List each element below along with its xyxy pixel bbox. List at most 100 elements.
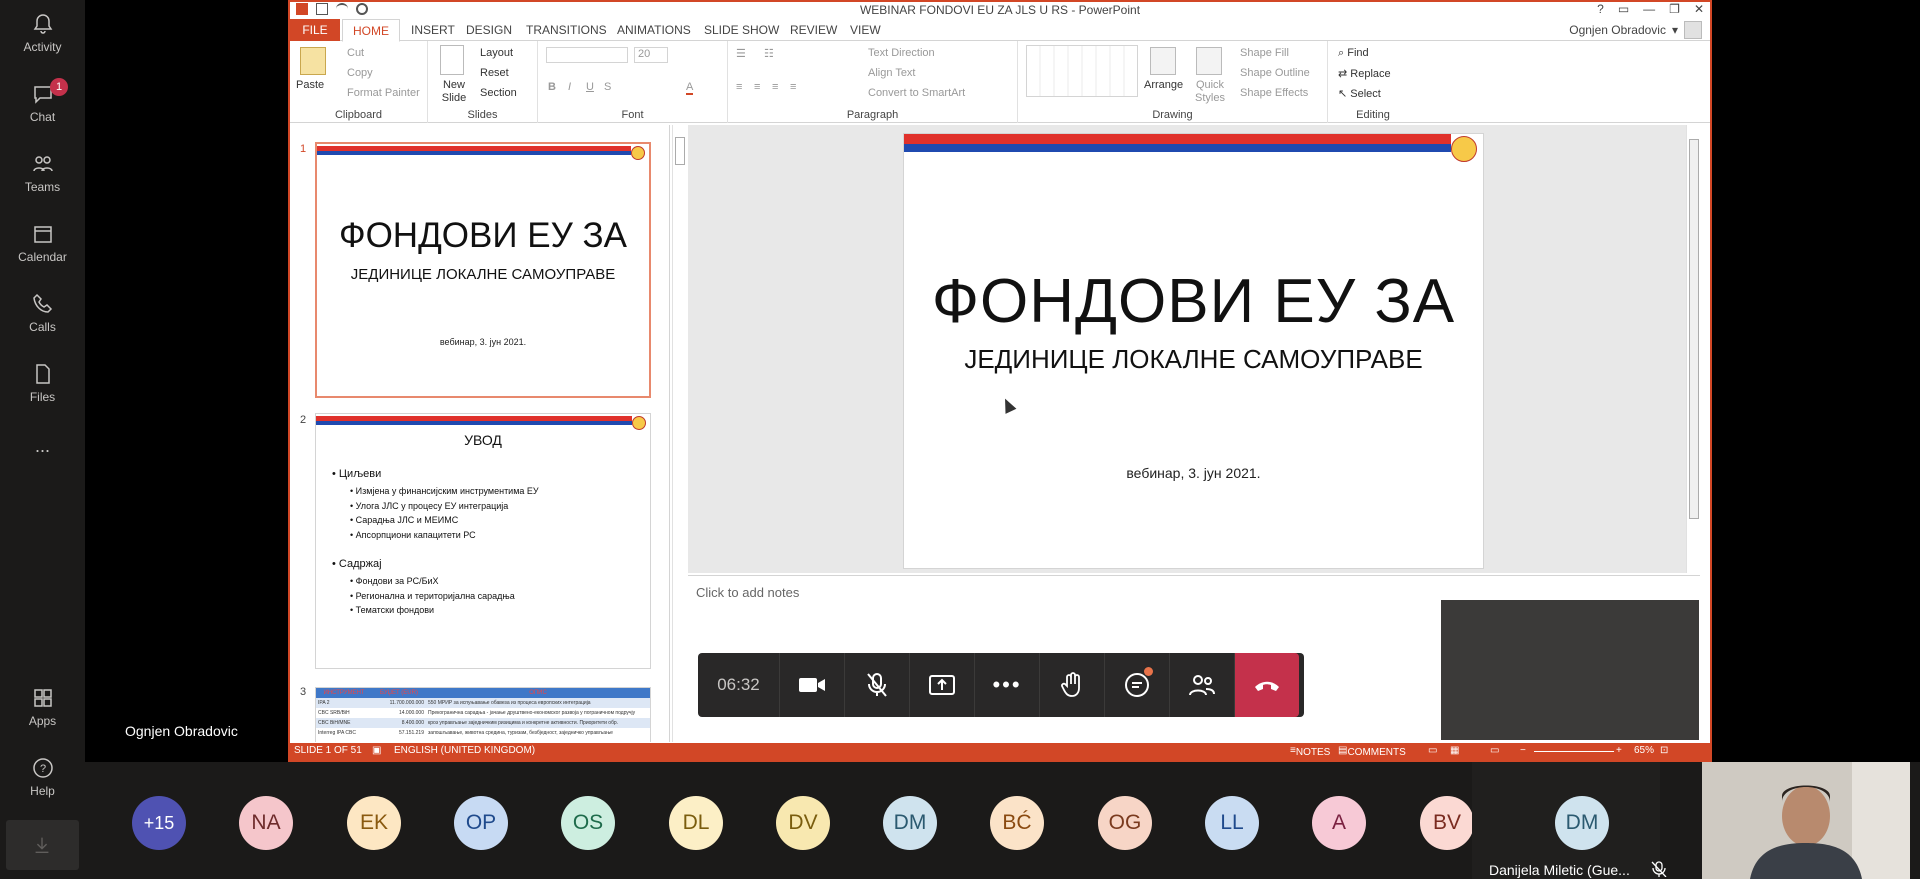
shapes-gallery[interactable] [1026, 45, 1138, 97]
participant-avatar[interactable]: EK [347, 796, 401, 850]
chat-button[interactable] [1105, 653, 1170, 717]
rail-teams[interactable]: Teams [0, 146, 85, 208]
rail-calendar[interactable]: Calendar [0, 216, 85, 278]
camera-button[interactable] [780, 653, 845, 717]
rail-calls[interactable]: Calls [0, 286, 85, 348]
font-size-select[interactable]: 20 [634, 47, 668, 63]
participant-avatar[interactable]: DL [669, 796, 723, 850]
download-button[interactable] [6, 820, 79, 870]
italic-button[interactable]: I [568, 81, 571, 93]
slide-sorter-icon[interactable]: ▦ [1450, 745, 1459, 756]
numbering-icon[interactable]: ☷ [764, 47, 774, 60]
convert-to-smartart-button[interactable]: Convert to SmartArt [868, 87, 965, 99]
tab-design[interactable]: DESIGN [466, 23, 512, 37]
slide-date[interactable]: вебинар, 3. јун 2021. [904, 465, 1483, 481]
arrange-button[interactable]: Arrange [1144, 79, 1183, 91]
participants-button[interactable] [1170, 653, 1235, 717]
slide-title[interactable]: ФОНДОВИ ЕУ ЗА [904, 266, 1483, 337]
participant-avatar[interactable]: BĆ [990, 796, 1044, 850]
rail-apps[interactable]: Apps [0, 680, 85, 742]
participant-avatar[interactable]: +15 [132, 796, 186, 850]
slide-thumbnail-2[interactable]: УВОД • Циљеви • Измјена у финансијским и… [315, 413, 651, 669]
participant-avatar[interactable]: NA [239, 796, 293, 850]
zoom-in-icon[interactable]: + [1616, 745, 1622, 756]
scrollbar-thumb[interactable] [1689, 139, 1699, 519]
section-button[interactable]: Section [480, 87, 517, 99]
ribbon-display-icon[interactable]: ▭ [1618, 2, 1629, 16]
align-right-icon[interactable]: ≡ [772, 81, 778, 93]
tab-file[interactable]: FILE [290, 19, 340, 41]
participant-avatar[interactable]: OS [561, 796, 615, 850]
notes-placeholder[interactable]: Click to add notes [696, 585, 799, 600]
current-slide[interactable]: ФОНДОВИ ЕУ ЗА ЈЕДИНИЦЕ ЛОКАЛНЕ САМОУПРАВ… [903, 133, 1484, 569]
slide-thumbnail-3[interactable]: ИНСТРУМЕНТ БУЏЕТ (EUR) ОПИС IPA 2 11.700… [315, 687, 651, 742]
replace-button[interactable]: ⇄ Replace [1338, 67, 1391, 80]
shape-fill-button[interactable]: Shape Fill [1240, 47, 1289, 59]
fit-slide-icon[interactable]: ⊡ [1660, 745, 1668, 756]
zoom-slider[interactable] [1534, 751, 1614, 752]
comments-toggle[interactable]: ▤ COMMENTS [1338, 745, 1406, 758]
align-left-icon[interactable]: ≡ [736, 81, 742, 93]
share-button[interactable] [910, 653, 975, 717]
font-name-select[interactable] [546, 47, 628, 63]
align-text-button[interactable]: Align Text [868, 67, 916, 79]
participant-avatar[interactable]: DM [883, 796, 937, 850]
thumbnails-scrollbar[interactable] [672, 125, 686, 742]
rail-more[interactable]: ... [0, 436, 85, 498]
bold-button[interactable]: B [548, 81, 556, 93]
scrollbar-thumb[interactable] [675, 137, 685, 165]
slide-thumbnail-1[interactable]: ФОНДОВИ ЕУ ЗА ЈЕДИНИЦЕ ЛОКАЛНЕ САМОУПРАВ… [315, 142, 651, 398]
tab-slide-show[interactable]: SLIDE SHOW [704, 23, 779, 37]
layout-button[interactable]: Layout [480, 47, 513, 59]
rail-activity[interactable]: Activity [0, 6, 85, 68]
tab-animations[interactable]: ANIMATIONS [617, 23, 691, 37]
participant-avatar[interactable]: BV [1420, 796, 1474, 850]
quick-styles-button[interactable]: Quick Styles [1190, 79, 1230, 105]
hang-up-button[interactable] [1235, 653, 1299, 717]
mic-button[interactable] [845, 653, 910, 717]
cut-button[interactable]: Cut [347, 47, 364, 59]
participant-avatar[interactable]: A [1312, 796, 1366, 850]
zoom-level[interactable]: 65% [1634, 745, 1654, 756]
reading-view-icon[interactable]: ▭ [1490, 745, 1499, 756]
rail-help[interactable]: ? Help [0, 750, 85, 812]
tab-review[interactable]: REVIEW [790, 23, 837, 37]
align-center-icon[interactable]: ≡ [754, 81, 760, 93]
pinned-participant-avatar[interactable]: DM [1555, 796, 1609, 850]
rail-files[interactable]: Files [0, 356, 85, 418]
shadow-button[interactable]: S [604, 81, 611, 93]
normal-view-icon[interactable]: ▭ [1428, 745, 1437, 756]
close-icon[interactable]: ✕ [1694, 2, 1704, 16]
find-button[interactable]: ⌕ Find [1338, 47, 1369, 60]
underline-button[interactable]: U [586, 81, 594, 93]
maximize-icon[interactable]: ❐ [1669, 2, 1680, 16]
tab-home[interactable]: HOME [342, 19, 400, 42]
participant-avatar[interactable]: OP [454, 796, 508, 850]
shape-outline-button[interactable]: Shape Outline [1240, 67, 1310, 79]
participant-avatar[interactable]: LL [1205, 796, 1259, 850]
zoom-out-icon[interactable]: − [1520, 745, 1526, 756]
minimize-icon[interactable]: — [1643, 2, 1655, 16]
slide-subtitle[interactable]: ЈЕДИНИЦЕ ЛОКАЛНЕ САМОУПРАВЕ [904, 344, 1483, 375]
language-indicator[interactable]: ENGLISH (UNITED KINGDOM) [394, 745, 535, 756]
more-actions-button[interactable]: ••• [975, 653, 1040, 717]
slide-scrollbar[interactable] [1686, 125, 1700, 573]
reset-button[interactable]: Reset [480, 67, 509, 79]
participant-avatar[interactable]: OG [1098, 796, 1152, 850]
raise-hand-button[interactable] [1040, 653, 1105, 717]
spellcheck-icon[interactable]: ▣ [372, 745, 381, 756]
shape-effects-button[interactable]: Shape Effects [1240, 87, 1308, 99]
font-color-button[interactable]: A [686, 81, 694, 95]
select-button[interactable]: ↖ Select [1338, 87, 1381, 100]
tab-insert[interactable]: INSERT [411, 23, 455, 37]
justify-icon[interactable]: ≡ [790, 81, 796, 93]
tab-view[interactable]: VIEW [850, 23, 881, 37]
text-direction-button[interactable]: Text Direction [868, 47, 935, 59]
rail-chat[interactable]: 1 Chat [0, 76, 85, 138]
copy-button[interactable]: Copy [347, 67, 373, 79]
help-icon[interactable]: ? [1597, 2, 1604, 16]
account-menu[interactable]: Ognjen Obradovic ▾ [1569, 21, 1702, 39]
new-slide-button[interactable]: New Slide [436, 79, 472, 105]
paste-button[interactable]: Paste [296, 79, 324, 91]
notes-toggle[interactable]: ≡ NOTES [1290, 745, 1330, 758]
